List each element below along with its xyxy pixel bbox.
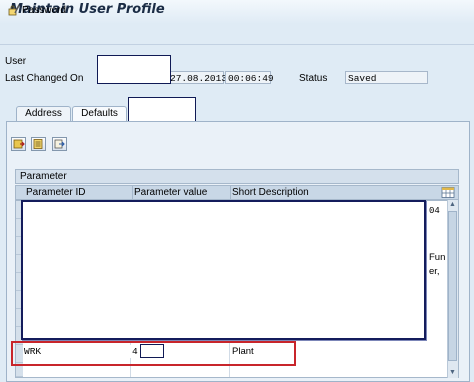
table-header: Parameter ID Parameter value Short Descr… xyxy=(15,185,459,200)
status-label: Status xyxy=(299,73,328,84)
password-edit-icon xyxy=(8,4,20,16)
redaction-box-user xyxy=(97,55,171,84)
column-settings-icon xyxy=(441,187,455,198)
details-button[interactable] xyxy=(11,137,26,151)
password-button-label: Password xyxy=(22,4,66,16)
last-changed-date-field[interactable]: 27.08.2013 xyxy=(167,71,227,84)
scroll-up-arrow-icon[interactable]: ▲ xyxy=(448,201,457,208)
last-changed-time-field[interactable]: 00:06:49 xyxy=(225,71,274,84)
column-header-short-description[interactable]: Short Description xyxy=(229,186,441,199)
password-button[interactable]: Password xyxy=(8,3,66,17)
column-header-parameter-value[interactable]: Parameter value xyxy=(131,186,231,199)
user-label: User xyxy=(5,56,27,67)
column-header-parameter-id[interactable]: Parameter ID xyxy=(23,186,133,199)
details-icon xyxy=(13,139,25,149)
status-field[interactable]: Saved xyxy=(345,71,428,84)
redaction-box-table xyxy=(21,200,426,340)
export-icon xyxy=(54,139,65,149)
cell-fragment: 04 xyxy=(429,206,440,216)
column-settings-button[interactable] xyxy=(441,187,455,198)
tab-defaults[interactable]: Defaults xyxy=(72,106,127,121)
list-button[interactable] xyxy=(31,137,46,151)
export-button[interactable] xyxy=(52,137,67,151)
tab-address[interactable]: Address xyxy=(16,106,71,121)
table-scroll-thumb[interactable] xyxy=(448,211,457,361)
scroll-down-arrow-icon[interactable]: ▼ xyxy=(448,369,457,376)
cell-fragment: er, xyxy=(429,266,440,277)
cell-fragment: Fun xyxy=(429,252,446,263)
last-changed-label: Last Changed On xyxy=(5,73,84,84)
highlight-box xyxy=(11,341,296,366)
table-title: Parameter xyxy=(15,169,459,184)
list-icon xyxy=(33,139,43,149)
application-toolbar xyxy=(0,25,474,45)
